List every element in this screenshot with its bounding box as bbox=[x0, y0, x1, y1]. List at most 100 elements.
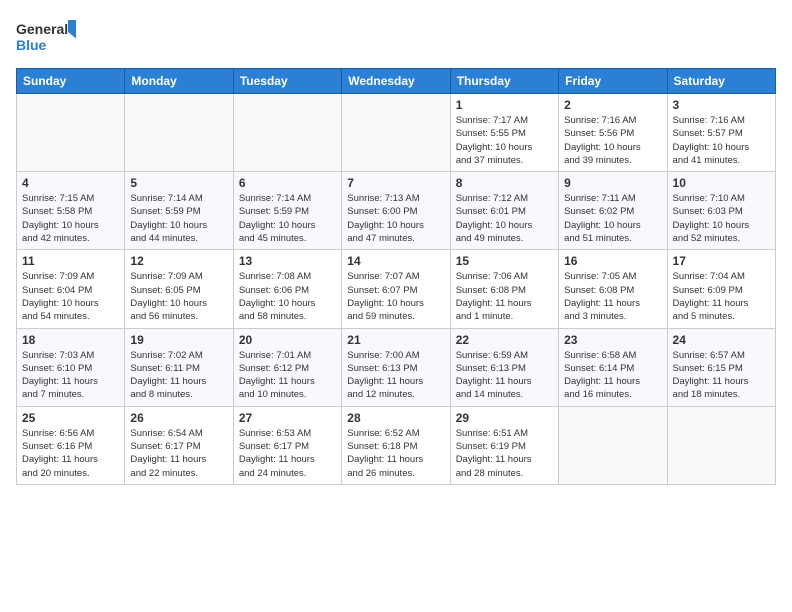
day-number: 5 bbox=[130, 176, 227, 190]
calendar-cell: 17 Sunrise: 7:04 AM Sunset: 6:09 PM Dayli… bbox=[667, 250, 775, 328]
calendar-cell: 26 Sunrise: 6:54 AM Sunset: 6:17 PM Dayli… bbox=[125, 406, 233, 484]
day-info: Sunrise: 7:14 AM Sunset: 5:59 PM Dayligh… bbox=[239, 192, 336, 245]
calendar-cell: 8 Sunrise: 7:12 AM Sunset: 6:01 PM Daylig… bbox=[450, 172, 558, 250]
day-info: Sunrise: 6:54 AM Sunset: 6:17 PM Dayligh… bbox=[130, 427, 227, 480]
day-info: Sunrise: 7:02 AM Sunset: 6:11 PM Dayligh… bbox=[130, 349, 227, 402]
calendar-cell: 6 Sunrise: 7:14 AM Sunset: 5:59 PM Daylig… bbox=[233, 172, 341, 250]
calendar-cell: 4 Sunrise: 7:15 AM Sunset: 5:58 PM Daylig… bbox=[17, 172, 125, 250]
day-info: Sunrise: 6:56 AM Sunset: 6:16 PM Dayligh… bbox=[22, 427, 119, 480]
day-info: Sunrise: 6:57 AM Sunset: 6:15 PM Dayligh… bbox=[673, 349, 770, 402]
day-info: Sunrise: 6:51 AM Sunset: 6:19 PM Dayligh… bbox=[456, 427, 553, 480]
day-info: Sunrise: 7:00 AM Sunset: 6:13 PM Dayligh… bbox=[347, 349, 444, 402]
day-number: 15 bbox=[456, 254, 553, 268]
day-number: 17 bbox=[673, 254, 770, 268]
calendar-cell bbox=[667, 406, 775, 484]
weekday-header-saturday: Saturday bbox=[667, 69, 775, 94]
day-info: Sunrise: 7:07 AM Sunset: 6:07 PM Dayligh… bbox=[347, 270, 444, 323]
calendar-cell: 28 Sunrise: 6:52 AM Sunset: 6:18 PM Dayli… bbox=[342, 406, 450, 484]
weekday-header-wednesday: Wednesday bbox=[342, 69, 450, 94]
calendar-cell: 22Sunrise: 6:59 AM Sunset: 6:13 PM Dayli… bbox=[450, 328, 558, 406]
day-number: 8 bbox=[456, 176, 553, 190]
day-number: 14 bbox=[347, 254, 444, 268]
day-number: 9 bbox=[564, 176, 661, 190]
calendar-cell: 23 Sunrise: 6:58 AM Sunset: 6:14 PM Dayli… bbox=[559, 328, 667, 406]
day-info: Sunrise: 7:09 AM Sunset: 6:05 PM Dayligh… bbox=[130, 270, 227, 323]
calendar-cell: 20 Sunrise: 7:01 AM Sunset: 6:12 PM Dayli… bbox=[233, 328, 341, 406]
day-number: 20 bbox=[239, 333, 336, 347]
calendar-cell bbox=[233, 94, 341, 172]
day-info: Sunrise: 7:12 AM Sunset: 6:01 PM Dayligh… bbox=[456, 192, 553, 245]
weekday-header-sunday: Sunday bbox=[17, 69, 125, 94]
weekday-header-thursday: Thursday bbox=[450, 69, 558, 94]
weekday-header-friday: Friday bbox=[559, 69, 667, 94]
calendar-cell: 16 Sunrise: 7:05 AM Sunset: 6:08 PM Dayli… bbox=[559, 250, 667, 328]
day-number: 12 bbox=[130, 254, 227, 268]
calendar-cell: 5Sunrise: 7:14 AM Sunset: 5:59 PM Daylig… bbox=[125, 172, 233, 250]
calendar-cell: 21 Sunrise: 7:00 AM Sunset: 6:13 PM Dayli… bbox=[342, 328, 450, 406]
day-info: Sunrise: 7:06 AM Sunset: 6:08 PM Dayligh… bbox=[456, 270, 553, 323]
day-number: 25 bbox=[22, 411, 119, 425]
day-number: 6 bbox=[239, 176, 336, 190]
day-number: 4 bbox=[22, 176, 119, 190]
day-info: Sunrise: 7:11 AM Sunset: 6:02 PM Dayligh… bbox=[564, 192, 661, 245]
day-info: Sunrise: 7:10 AM Sunset: 6:03 PM Dayligh… bbox=[673, 192, 770, 245]
day-number: 19 bbox=[130, 333, 227, 347]
day-info: Sunrise: 7:09 AM Sunset: 6:04 PM Dayligh… bbox=[22, 270, 119, 323]
calendar-cell bbox=[125, 94, 233, 172]
calendar-cell: 13Sunrise: 7:08 AM Sunset: 6:06 PM Dayli… bbox=[233, 250, 341, 328]
calendar-cell: 19 Sunrise: 7:02 AM Sunset: 6:11 PM Dayli… bbox=[125, 328, 233, 406]
day-info: Sunrise: 7:04 AM Sunset: 6:09 PM Dayligh… bbox=[673, 270, 770, 323]
logo: General Blue bbox=[16, 16, 76, 60]
day-number: 21 bbox=[347, 333, 444, 347]
calendar-cell bbox=[559, 406, 667, 484]
calendar-cell: 12 Sunrise: 7:09 AM Sunset: 6:05 PM Dayli… bbox=[125, 250, 233, 328]
page-header: General Blue bbox=[16, 16, 776, 60]
day-number: 26 bbox=[130, 411, 227, 425]
calendar-cell: 10 Sunrise: 7:10 AM Sunset: 6:03 PM Dayli… bbox=[667, 172, 775, 250]
day-info: Sunrise: 7:15 AM Sunset: 5:58 PM Dayligh… bbox=[22, 192, 119, 245]
day-info: Sunrise: 7:16 AM Sunset: 5:57 PM Dayligh… bbox=[673, 114, 770, 167]
day-info: Sunrise: 7:13 AM Sunset: 6:00 PM Dayligh… bbox=[347, 192, 444, 245]
day-number: 27 bbox=[239, 411, 336, 425]
calendar-table: SundayMondayTuesdayWednesdayThursdayFrid… bbox=[16, 68, 776, 485]
day-number: 16 bbox=[564, 254, 661, 268]
day-info: Sunrise: 7:17 AM Sunset: 5:55 PM Dayligh… bbox=[456, 114, 553, 167]
day-number: 24 bbox=[673, 333, 770, 347]
day-info: Sunrise: 7:01 AM Sunset: 6:12 PM Dayligh… bbox=[239, 349, 336, 402]
calendar-cell: 3 Sunrise: 7:16 AM Sunset: 5:57 PM Daylig… bbox=[667, 94, 775, 172]
calendar-cell: 15 Sunrise: 7:06 AM Sunset: 6:08 PM Dayli… bbox=[450, 250, 558, 328]
calendar-cell: 9 Sunrise: 7:11 AM Sunset: 6:02 PM Daylig… bbox=[559, 172, 667, 250]
day-info: Sunrise: 6:53 AM Sunset: 6:17 PM Dayligh… bbox=[239, 427, 336, 480]
day-number: 3 bbox=[673, 98, 770, 112]
day-number: 7 bbox=[347, 176, 444, 190]
day-number: 28 bbox=[347, 411, 444, 425]
day-info: Sunrise: 7:05 AM Sunset: 6:08 PM Dayligh… bbox=[564, 270, 661, 323]
calendar-cell: 18 Sunrise: 7:03 AM Sunset: 6:10 PM Dayli… bbox=[17, 328, 125, 406]
weekday-header-monday: Monday bbox=[125, 69, 233, 94]
calendar-cell: 2Sunrise: 7:16 AM Sunset: 5:56 PM Daylig… bbox=[559, 94, 667, 172]
svg-text:Blue: Blue bbox=[16, 37, 47, 53]
day-number: 13 bbox=[239, 254, 336, 268]
day-info: Sunrise: 7:16 AM Sunset: 5:56 PM Dayligh… bbox=[564, 114, 661, 167]
calendar-cell: 7 Sunrise: 7:13 AM Sunset: 6:00 PM Daylig… bbox=[342, 172, 450, 250]
calendar-cell: 24 Sunrise: 6:57 AM Sunset: 6:15 PM Dayli… bbox=[667, 328, 775, 406]
calendar-cell: 11 Sunrise: 7:09 AM Sunset: 6:04 PM Dayli… bbox=[17, 250, 125, 328]
calendar-cell: 1Sunrise: 7:17 AM Sunset: 5:55 PM Daylig… bbox=[450, 94, 558, 172]
day-info: Sunrise: 6:58 AM Sunset: 6:14 PM Dayligh… bbox=[564, 349, 661, 402]
day-number: 10 bbox=[673, 176, 770, 190]
logo-svg: General Blue bbox=[16, 16, 76, 60]
day-number: 18 bbox=[22, 333, 119, 347]
day-number: 29 bbox=[456, 411, 553, 425]
day-info: Sunrise: 7:03 AM Sunset: 6:10 PM Dayligh… bbox=[22, 349, 119, 402]
day-number: 11 bbox=[22, 254, 119, 268]
day-info: Sunrise: 6:52 AM Sunset: 6:18 PM Dayligh… bbox=[347, 427, 444, 480]
day-number: 23 bbox=[564, 333, 661, 347]
calendar-cell bbox=[17, 94, 125, 172]
calendar-cell bbox=[342, 94, 450, 172]
day-number: 22 bbox=[456, 333, 553, 347]
calendar-cell: 29 Sunrise: 6:51 AM Sunset: 6:19 PM Dayli… bbox=[450, 406, 558, 484]
calendar-cell: 27 Sunrise: 6:53 AM Sunset: 6:17 PM Dayli… bbox=[233, 406, 341, 484]
calendar-cell: 25 Sunrise: 6:56 AM Sunset: 6:16 PM Dayli… bbox=[17, 406, 125, 484]
calendar-cell: 14 Sunrise: 7:07 AM Sunset: 6:07 PM Dayli… bbox=[342, 250, 450, 328]
weekday-header-tuesday: Tuesday bbox=[233, 69, 341, 94]
